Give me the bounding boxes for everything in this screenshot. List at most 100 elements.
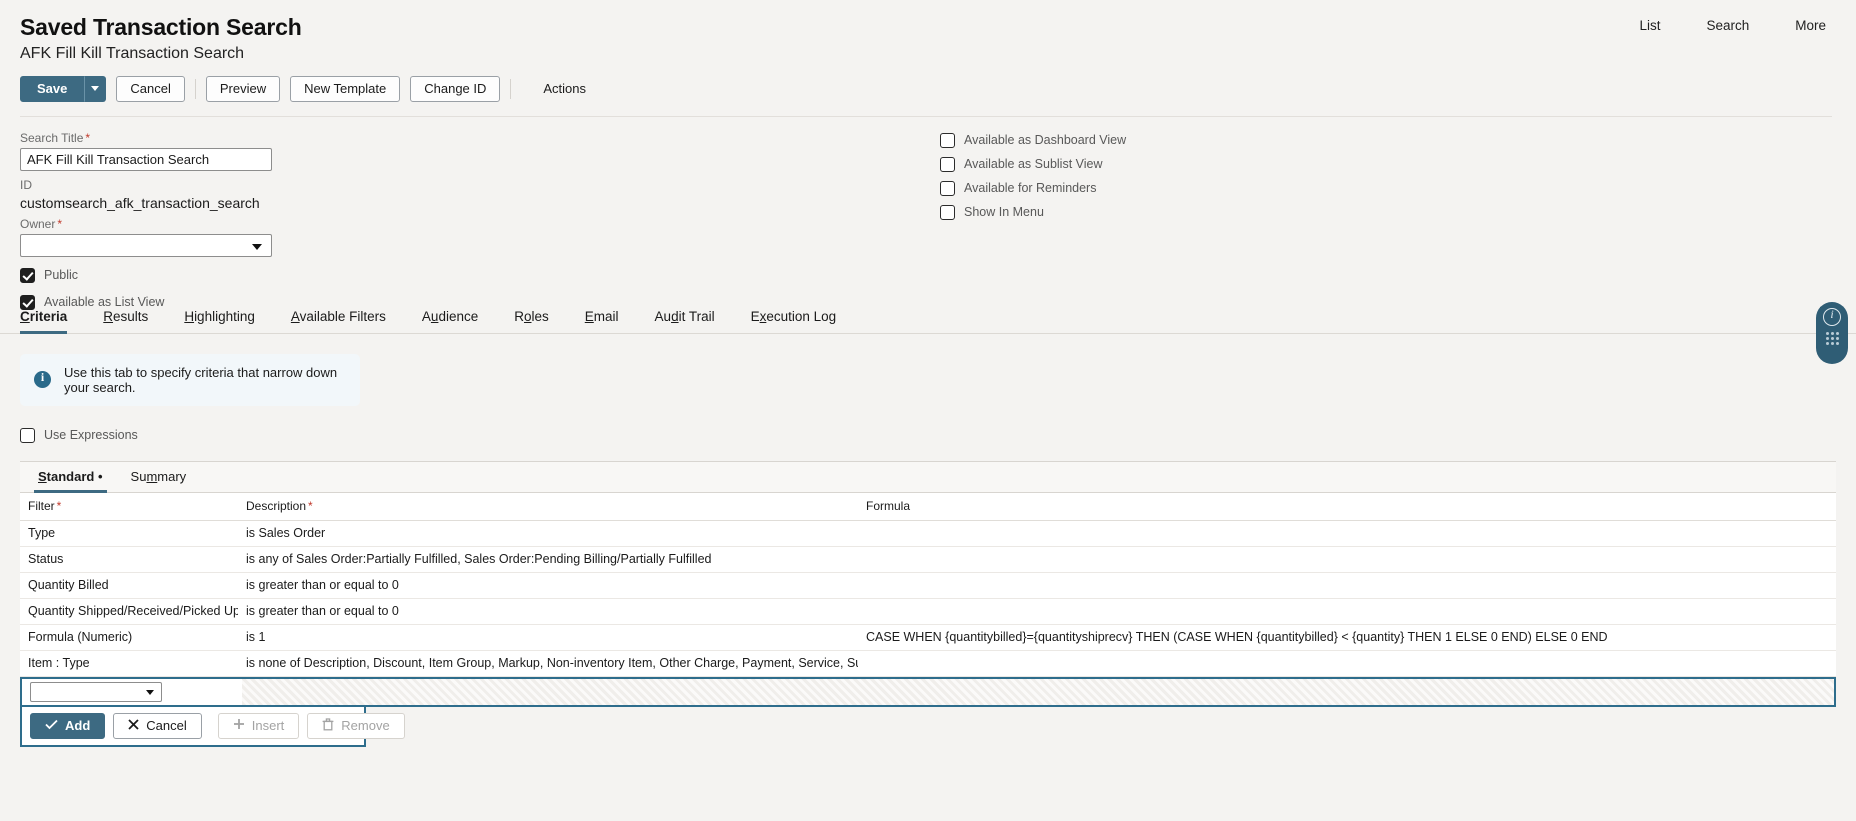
- checkbox-icon: [940, 180, 955, 196]
- save-button[interactable]: Save: [20, 75, 85, 102]
- toolbar-divider: [510, 78, 512, 99]
- info-icon: [34, 370, 51, 389]
- checkbox-icon: [20, 267, 35, 283]
- tab-email[interactable]: Email: [585, 303, 637, 333]
- new-template-button[interactable]: New Template: [290, 75, 401, 102]
- tab-criteria[interactable]: Criteria: [20, 303, 85, 334]
- tab-audit-trail[interactable]: Audit Trail: [655, 303, 733, 333]
- tab-roles[interactable]: Roles: [514, 303, 567, 333]
- checkbox-use-expressions[interactable]: Use Expressions: [20, 427, 1856, 443]
- tab-audience-label: dience: [438, 308, 479, 324]
- add-button[interactable]: Add: [30, 712, 106, 739]
- tab-audience[interactable]: Audience: [422, 303, 496, 333]
- plus-icon: [233, 718, 245, 733]
- use-expressions-group: Use Expressions: [20, 427, 1856, 443]
- tab-available-filters[interactable]: Available Filters: [291, 303, 404, 333]
- criteria-subtabs: Standard • Summary: [20, 461, 1836, 493]
- checkbox-show-in-menu[interactable]: Show In Menu: [940, 204, 1126, 220]
- subtab-summary[interactable]: Summary: [117, 462, 201, 492]
- cell-filter: Quantity Billed: [20, 572, 238, 599]
- cell-description: is none of Description, Discount, Item G…: [238, 650, 858, 677]
- cell-filter: Status: [20, 546, 238, 573]
- table-row[interactable]: Formula (Numeric) is 1 CASE WHEN {quanti…: [20, 624, 1836, 651]
- cancel-row-button-label: Cancel: [146, 718, 187, 734]
- checkbox-available-for-reminders[interactable]: Available for Reminders: [940, 180, 1126, 196]
- tab-results-label: esults: [113, 308, 149, 324]
- required-asterisk: *: [85, 130, 91, 145]
- trash-icon: [322, 717, 334, 734]
- new-criteria-filter-cell: [22, 681, 242, 702]
- cell-formula: [858, 572, 1836, 599]
- search-title-label-text: Search Title: [20, 130, 84, 145]
- page-root: Saved Transaction Search AFK Fill Kill T…: [0, 0, 1856, 821]
- page-header: Saved Transaction Search AFK Fill Kill T…: [0, 0, 1856, 117]
- checkbox-icon: [940, 156, 955, 172]
- checkbox-icon: [940, 204, 955, 220]
- change-id-button[interactable]: Change ID: [410, 75, 501, 102]
- checkbox-available-as-dashboard-view-label: Available as Dashboard View: [964, 133, 1127, 148]
- tab-roles-label: les: [531, 308, 549, 324]
- actions-menu[interactable]: Actions: [543, 81, 586, 96]
- page-subtitle: AFK Fill Kill Transaction Search: [20, 45, 245, 63]
- required-asterisk: *: [56, 498, 62, 513]
- id-field-group: ID customsearch_afk_transaction_search: [20, 178, 1836, 211]
- cell-description: is Sales Order: [238, 520, 858, 547]
- checkbox-available-as-sublist-view-label: Available as Sublist View: [964, 157, 1103, 172]
- nav-link-more[interactable]: More: [1795, 18, 1826, 33]
- owner-field-group: Owner *: [20, 217, 1836, 257]
- tab-execution-log[interactable]: Execution Log: [751, 303, 855, 333]
- checkbox-public[interactable]: Public: [20, 267, 1836, 283]
- top-navigation: List Search More: [1639, 18, 1826, 33]
- insert-button-label: Insert: [251, 718, 285, 734]
- checkbox-use-expressions-label: Use Expressions: [44, 428, 138, 443]
- subtab-standard-label: tandard: [46, 468, 95, 484]
- search-title-field-group: Search Title *: [20, 131, 1836, 171]
- chevron-down-icon: [146, 689, 154, 695]
- cancel-row-button[interactable]: Cancel: [113, 712, 202, 739]
- info-banner-text: Use this tab to specify criteria that na…: [64, 364, 338, 395]
- table-row[interactable]: Quantity Billed is greater than or equal…: [20, 572, 1836, 599]
- table-row[interactable]: Type is Sales Order: [20, 520, 1836, 547]
- criteria-table: Filter * Description * Formula Type is Sal…: [20, 492, 1836, 677]
- search-title-input[interactable]: [20, 147, 272, 171]
- owner-select[interactable]: [20, 233, 272, 257]
- save-dropdown-button[interactable]: [84, 75, 107, 102]
- close-icon: [128, 718, 139, 733]
- tab-results[interactable]: Results: [103, 303, 166, 333]
- row-action-bar: Add Cancel Insert Remove: [20, 706, 405, 747]
- checkbox-available-for-reminders-label: Available for Reminders: [964, 181, 1097, 196]
- column-header-formula[interactable]: Formula: [858, 492, 1836, 521]
- subtab-standard[interactable]: Standard •: [24, 462, 117, 493]
- cell-formula: [858, 520, 1836, 547]
- tab-highlighting[interactable]: Highlighting: [184, 303, 273, 333]
- column-header-description[interactable]: Description *: [238, 492, 858, 521]
- checkbox-available-as-dashboard-view[interactable]: Available as Dashboard View: [940, 132, 1127, 148]
- tab-highlighting-label: ighlighting: [194, 308, 255, 324]
- nav-link-list[interactable]: List: [1639, 18, 1660, 33]
- tab-available-filters-label: vailable Filters: [299, 308, 386, 324]
- new-criteria-row: [20, 676, 1836, 707]
- help-widget[interactable]: [1816, 302, 1848, 364]
- insert-button: Insert: [217, 712, 300, 739]
- column-header-filter[interactable]: Filter *: [20, 492, 238, 521]
- new-criteria-filter-select[interactable]: [30, 681, 162, 702]
- cell-formula: [858, 650, 1836, 677]
- cell-description: is any of Sales Order:Partially Fulfille…: [238, 546, 858, 573]
- owner-label: Owner *: [20, 217, 1836, 231]
- grid-menu-icon[interactable]: [1825, 332, 1839, 345]
- table-row[interactable]: Item : Type is none of Description, Disc…: [20, 650, 1836, 677]
- preview-button[interactable]: Preview: [205, 75, 281, 102]
- owner-label-text: Owner: [20, 216, 56, 231]
- remove-button-label: Remove: [341, 718, 390, 734]
- cell-formula: [858, 546, 1836, 573]
- cell-description: is 1: [238, 624, 858, 651]
- checkbox-available-as-sublist-view[interactable]: Available as Sublist View: [940, 156, 1126, 172]
- nav-link-search[interactable]: Search: [1706, 18, 1749, 33]
- cancel-button[interactable]: Cancel: [116, 75, 185, 102]
- required-asterisk: *: [57, 216, 63, 231]
- checkbox-icon: [20, 427, 35, 443]
- table-row[interactable]: Quantity Shipped/Received/Picked Up is g…: [20, 598, 1836, 625]
- table-row[interactable]: Status is any of Sales Order:Partially F…: [20, 546, 1836, 573]
- info-icon[interactable]: [1823, 307, 1841, 326]
- main-tabs: Criteria Results Highlighting Available …: [20, 303, 1836, 334]
